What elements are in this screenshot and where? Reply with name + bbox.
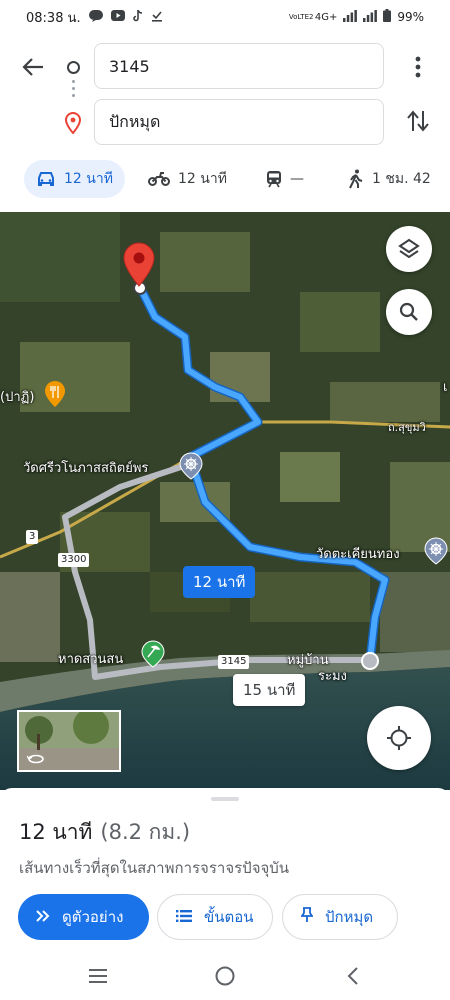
- more-vert-icon: [415, 56, 421, 78]
- primary-route-duration[interactable]: 12 นาที: [183, 566, 256, 598]
- steps-button[interactable]: ขั้นตอน: [157, 894, 273, 940]
- search-button[interactable]: [386, 289, 432, 335]
- more-options-button[interactable]: [404, 52, 432, 82]
- street-view-360-icon: [26, 750, 45, 769]
- car-icon: [36, 171, 56, 187]
- temple-icon[interactable]: [179, 452, 203, 484]
- preview-button-label: ดูตัวอย่าง: [62, 908, 124, 926]
- road-shield-3300: 3300: [58, 553, 90, 567]
- tab-transit-label: —: [290, 171, 304, 187]
- list-icon: [176, 908, 192, 926]
- destination-pin-icon: [64, 111, 82, 138]
- layers-icon: [398, 238, 420, 259]
- map-view[interactable]: (ปาฏิ) ถ.สุขุมวิ เ วัดศรีวโนภาสสถิตย์พร …: [0, 212, 450, 790]
- train-icon: [266, 170, 282, 188]
- swap-button[interactable]: [404, 106, 432, 136]
- travel-mode-tabs: 12 นาที 12 นาที — 1 ชม. 42: [0, 160, 450, 202]
- battery-icon: [383, 9, 392, 25]
- road-shield-3: 3: [26, 530, 39, 544]
- volte-indicator: VoLTE2: [288, 13, 314, 21]
- layers-button[interactable]: [386, 226, 432, 272]
- search-icon: [399, 302, 418, 321]
- my-location-button[interactable]: [367, 706, 431, 770]
- tab-walk[interactable]: 1 ชม. 42: [336, 160, 443, 198]
- tab-motorcycle-label: 12 นาที: [178, 171, 227, 187]
- tab-drive-label: 12 นาที: [64, 171, 113, 187]
- home-button[interactable]: [211, 962, 239, 990]
- tab-drive[interactable]: 12 นาที: [24, 160, 125, 198]
- restaurant-icon[interactable]: [44, 380, 66, 412]
- map-label-road: ถ.สุขุมวิ: [388, 421, 426, 434]
- map-label-temple-2: วัดตะเคียนทอง: [316, 547, 400, 562]
- tiktok-icon: [132, 9, 143, 25]
- satellite-imagery: [0, 212, 450, 790]
- route-distance: (8.2 กม.): [100, 820, 191, 844]
- pin-button[interactable]: ปักหมุด: [282, 894, 398, 940]
- origin-input[interactable]: 3145: [94, 43, 384, 89]
- destination-input[interactable]: ปักหมุด: [94, 99, 384, 145]
- route-dots-icon: [72, 80, 75, 102]
- route-duration: 12 นาที: [19, 820, 93, 844]
- signal-icon: [343, 9, 358, 25]
- tab-transit[interactable]: —: [254, 160, 316, 198]
- youtube-icon: [110, 10, 125, 24]
- recent-apps-button[interactable]: [84, 962, 112, 990]
- map-label-restaurant: (ปาฏิ): [0, 390, 35, 405]
- route-details-sheet[interactable]: 12 นาที (8.2 กม.) เส้นทางเร็วที่สุดในสภาพ…: [0, 788, 450, 948]
- signal-icon: [363, 9, 378, 25]
- beach-icon[interactable]: [141, 640, 165, 672]
- street-view-thumbnail[interactable]: [17, 710, 121, 772]
- preview-button[interactable]: ดูตัวอย่าง: [18, 894, 149, 940]
- motorcycle-icon: [148, 172, 170, 186]
- map-label-village-2: ระมง: [318, 669, 347, 684]
- walk-icon: [348, 169, 364, 189]
- route-subtitle: เส้นทางเร็วที่สุดในสภาพการจราจรปัจจุบัน: [19, 859, 290, 877]
- status-bar: 08:38 น. VoLTE2 4G+ 99%: [0, 0, 450, 34]
- map-label-edge: เ: [443, 380, 448, 395]
- arrow-back-icon: [22, 58, 43, 76]
- map-label-beach: หาดสวนสน: [58, 652, 124, 667]
- system-navigation-bar: [0, 952, 450, 1000]
- battery-percent: 99%: [397, 10, 424, 24]
- alt-route-duration[interactable]: 15 นาที: [233, 674, 306, 706]
- pushpin-icon: [300, 907, 314, 927]
- sheet-drag-handle[interactable]: [211, 797, 239, 801]
- line-app-icon: [88, 9, 103, 25]
- network-type: 4G+: [314, 11, 338, 23]
- swap-vert-icon: [407, 110, 429, 132]
- steps-button-label: ขั้นตอน: [204, 908, 254, 926]
- fast-forward-icon: [36, 908, 50, 926]
- download-done-icon: [151, 10, 163, 25]
- tab-motorcycle[interactable]: 12 นาที: [136, 160, 239, 198]
- temple-icon[interactable]: [424, 537, 448, 569]
- back-button[interactable]: [18, 52, 48, 82]
- home-icon: [215, 966, 235, 986]
- tab-walk-label: 1 ชม. 42: [372, 171, 431, 187]
- my-location-icon: [387, 726, 411, 750]
- map-label-temple-1: วัดศรีวโนภาสสถิตย์พร: [23, 461, 149, 476]
- chevron-left-icon: [347, 967, 358, 985]
- recents-icon: [89, 969, 107, 983]
- route-summary: 12 นาที (8.2 กม.): [19, 816, 190, 849]
- origin-marker-icon: [67, 61, 80, 74]
- status-time: 08:38 น.: [26, 10, 81, 26]
- back-nav-button[interactable]: [339, 962, 367, 990]
- pin-button-label: ปักหมุด: [325, 908, 374, 926]
- destination-pin-icon[interactable]: [122, 242, 156, 292]
- road-shield-3145: 3145: [218, 655, 250, 669]
